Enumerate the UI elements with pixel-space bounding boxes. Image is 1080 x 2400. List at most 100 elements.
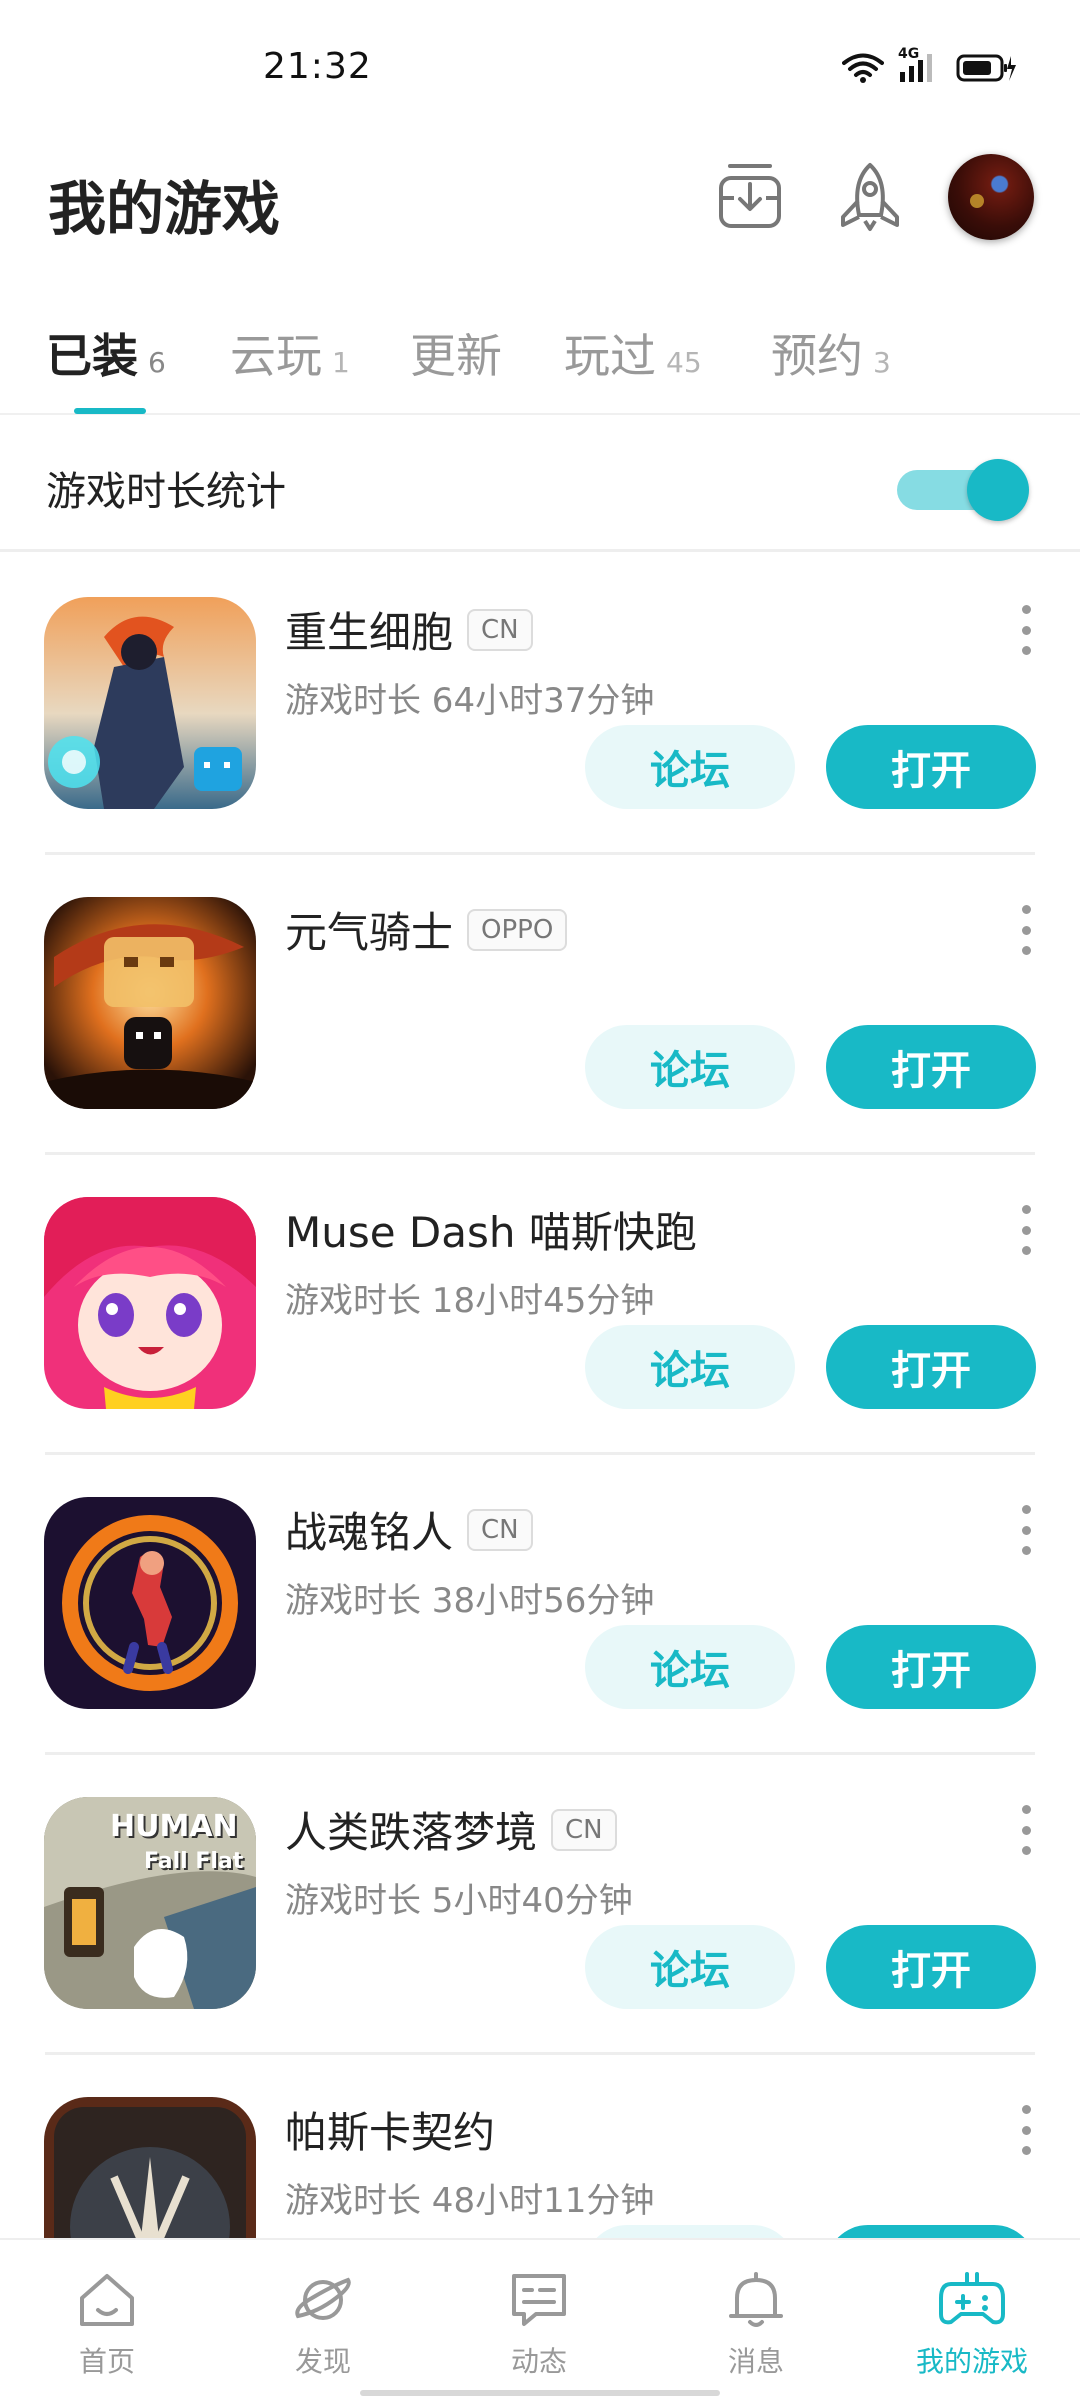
game-icon-muse-dash[interactable] <box>44 1197 256 1409</box>
bottom-navigation: 首页 发现 动态 消息 我的游戏 <box>0 2238 1080 2400</box>
tab-cloud-play[interactable]: 云玩 1 <box>230 320 350 386</box>
more-dot <box>1021 1246 1031 1255</box>
tab-count: 1 <box>332 346 350 379</box>
tab-label: 云玩 <box>230 329 322 383</box>
game-title-row: 人类跌落梦境 CN <box>285 1799 617 1860</box>
avatar-detail <box>970 194 984 208</box>
nav-label: 我的游戏 <box>915 2345 1028 2378</box>
gamepad-icon <box>937 2270 1007 2334</box>
home-indicator[interactable] <box>360 2390 720 2396</box>
more-options-button[interactable] <box>1016 1805 1036 1855</box>
game-playtime: 游戏时长 5小时40分钟 <box>285 1881 633 1921</box>
nav-label: 首页 <box>78 2345 135 2378</box>
more-dot <box>1021 925 1031 935</box>
game-title-row: 元气骑士 OPPO <box>285 899 568 960</box>
game-name: Muse Dash 喵斯快跑 <box>285 1208 697 1257</box>
tab-count: 3 <box>873 346 891 379</box>
tab-count: 6 <box>148 346 166 379</box>
tab-updates[interactable]: 更新 <box>410 320 502 386</box>
game-icon-dead-cells[interactable] <box>44 597 256 809</box>
game-tabs: 已装 6 云玩 1 更新 玩过 45 预约 3 <box>0 300 1080 415</box>
game-icon-text: HUMAN <box>110 1809 238 1844</box>
nav-label: 消息 <box>727 2345 784 2378</box>
game-icon-soul-knight[interactable] <box>44 897 256 1109</box>
tab-count: 45 <box>666 346 702 379</box>
game-name: 元气骑士 <box>285 908 454 957</box>
tab-installed[interactable]: 已装 6 <box>46 320 166 386</box>
download-manager-button[interactable] <box>705 154 795 244</box>
game-icon-text: Fall Flat <box>144 1849 244 1874</box>
more-dot <box>1021 625 1031 635</box>
nav-messages[interactable]: 消息 <box>686 2270 826 2380</box>
forum-button[interactable]: 论坛 <box>585 1925 795 2009</box>
more-dot <box>1021 646 1031 655</box>
more-dot <box>1021 2146 1031 2155</box>
game-boost-button[interactable] <box>825 154 915 244</box>
tab-label: 已装 <box>46 329 138 383</box>
tab-played[interactable]: 玩过 45 <box>564 320 702 386</box>
toggle-knob <box>967 459 1029 521</box>
planet-icon <box>292 2270 354 2334</box>
game-title-row: Muse Dash 喵斯快跑 <box>285 1199 697 1260</box>
home-icon <box>76 2270 138 2334</box>
signal-icon: 4G <box>898 46 942 84</box>
open-button[interactable]: 打开 <box>826 725 1036 809</box>
forum-button[interactable]: 论坛 <box>585 1625 795 1709</box>
list-item[interactable]: 战魂铭人 CN 游戏时长 38小时56分钟 论坛 打开 <box>0 1455 1080 1755</box>
battery-icon <box>956 53 1016 83</box>
status-bar: 21:32 4G <box>0 0 1080 130</box>
more-options-button[interactable] <box>1016 1205 1036 1255</box>
list-item[interactable]: HUMAN Fall Flat 人类跌落梦境 CN 游戏时长 5小时40分钟 论… <box>0 1755 1080 2055</box>
open-button[interactable]: 打开 <box>826 1925 1036 2009</box>
active-tab-indicator <box>74 408 146 414</box>
list-item[interactable]: 重生细胞 CN 游戏时长 64小时37分钟 论坛 打开 <box>0 555 1080 855</box>
forum-button[interactable]: 论坛 <box>585 1025 795 1109</box>
more-dot <box>1021 1825 1031 1835</box>
game-playtime: 游戏时长 48小时11分钟 <box>285 2181 655 2221</box>
tab-reserved[interactable]: 预约 3 <box>771 320 891 386</box>
nav-home[interactable]: 首页 <box>37 2270 177 2380</box>
game-name: 战魂铭人 <box>285 1508 454 1557</box>
chat-icon <box>508 2270 570 2334</box>
more-dot <box>1021 1846 1031 1855</box>
forum-button[interactable]: 论坛 <box>585 725 795 809</box>
more-options-button[interactable] <box>1016 605 1036 655</box>
more-options-button[interactable] <box>1016 905 1036 955</box>
more-options-button[interactable] <box>1016 1505 1036 1555</box>
tab-label: 更新 <box>410 329 502 383</box>
game-name: 重生细胞 <box>285 608 454 657</box>
game-channel-tag: OPPO <box>467 908 568 951</box>
list-item[interactable]: 元气骑士 OPPO 论坛 打开 <box>0 855 1080 1155</box>
status-time: 21:32 <box>263 46 372 87</box>
playtime-stats-toggle[interactable] <box>897 453 1033 521</box>
game-icon-otherworld-legends[interactable] <box>44 1497 256 1709</box>
nav-feed[interactable]: 动态 <box>469 2270 609 2380</box>
game-title-row: 战魂铭人 CN <box>285 1499 533 1560</box>
more-dot <box>1021 1525 1031 1535</box>
playtime-stats-label: 游戏时长统计 <box>46 469 286 515</box>
status-icons: 4G <box>842 46 1016 84</box>
user-avatar[interactable] <box>948 154 1034 240</box>
more-options-button[interactable] <box>1016 2105 1036 2155</box>
tab-label: 玩过 <box>564 329 656 383</box>
nav-label: 发现 <box>294 2345 351 2378</box>
forum-button[interactable]: 论坛 <box>585 1325 795 1409</box>
game-channel-tag: CN <box>467 608 533 651</box>
open-button[interactable]: 打开 <box>826 1625 1036 1709</box>
game-title-row: 重生细胞 CN <box>285 599 533 660</box>
more-dot <box>1021 605 1031 614</box>
more-dot <box>1021 2125 1031 2135</box>
wifi-icon <box>842 52 884 84</box>
nav-label: 动态 <box>510 2345 567 2378</box>
game-playtime: 游戏时长 38小时56分钟 <box>285 1581 655 1621</box>
game-icon-human-fall-flat[interactable]: HUMAN Fall Flat <box>44 1797 256 2009</box>
open-button[interactable]: 打开 <box>826 1325 1036 1409</box>
page-title: 我的游戏 <box>48 175 281 243</box>
more-dot <box>1021 946 1031 955</box>
game-channel-tag: CN <box>551 1808 617 1851</box>
nav-discover[interactable]: 发现 <box>253 2270 393 2380</box>
nav-my-games[interactable]: 我的游戏 <box>902 2270 1042 2380</box>
open-button[interactable]: 打开 <box>826 1025 1036 1109</box>
list-item[interactable]: Muse Dash 喵斯快跑 游戏时长 18小时45分钟 论坛 打开 <box>0 1155 1080 1455</box>
bell-icon <box>725 2270 787 2334</box>
